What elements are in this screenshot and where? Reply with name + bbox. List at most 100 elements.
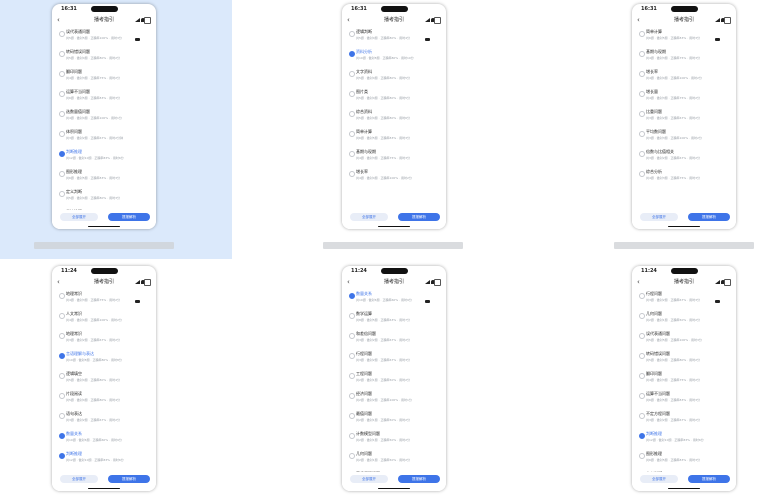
topic-list[interactable]: 逻辑判断 共5题 · 做对4题 · 正确率80% · 用时4分 资料分析 共10…	[342, 27, 446, 210]
share-icon[interactable]	[144, 17, 151, 24]
list-item[interactable]: 地理常识 共4题 · 做对3题 · 正确率75% · 用时2分	[52, 289, 156, 309]
radio-dot-icon[interactable]	[59, 313, 65, 319]
radio-dot-icon[interactable]	[59, 91, 65, 97]
radio-dot-icon[interactable]	[349, 51, 355, 57]
list-item[interactable]: 选数量值问题 共4题 · 做对4题 · 正确率100% · 用时1分	[52, 107, 156, 127]
radio-dot-icon[interactable]	[59, 171, 65, 177]
radio-dot-icon[interactable]	[349, 71, 355, 77]
radio-dot-icon[interactable]	[639, 333, 645, 339]
radio-dot-icon[interactable]	[59, 413, 65, 419]
list-item[interactable]: 语句表达 共3题 · 做对2题 · 正确率67% · 用时2分	[52, 409, 156, 429]
list-item[interactable]: 转码错误问题 共5题 · 做对4题 · 正确率80% · 用时2分	[632, 349, 736, 369]
radio-dot-icon[interactable]	[639, 433, 645, 439]
list-item[interactable]: 数量关系 共10题 · 做对6题 · 正确率60% · 用时9分	[342, 289, 446, 309]
radio-dot-icon[interactable]	[639, 171, 645, 177]
list-item[interactable]: 体积问题 共3题 · 做对2题 · 正确率67% · 用时2分钟	[52, 127, 156, 147]
list-item[interactable]: 言语理解与表达 共10题 · 做对8题 · 正确率80% · 用时8分	[52, 349, 156, 369]
expand-all-button[interactable]: 全部展开	[350, 475, 388, 483]
radio-dot-icon[interactable]	[349, 353, 355, 359]
list-item[interactable]: 增长率 共4题 · 做对4题 · 正确率100% · 用时2分	[342, 167, 446, 187]
radio-dot-icon[interactable]	[59, 131, 65, 137]
list-item[interactable]: 运算不当问题 共6题 · 做对5题 · 正确率83% · 用时3分	[632, 389, 736, 409]
radio-dot-icon[interactable]	[349, 433, 355, 439]
list-item[interactable]: 计数模型问题 共2题 · 做对1题 · 正确率50% · 用时2分	[342, 429, 446, 449]
list-item[interactable]: 人文常识 共4题 · 做对4题 · 正确率100% · 用时2分	[52, 309, 156, 329]
list-item[interactable]: 判断推理 共12题 · 做对10题 · 正确率83% · 用时6分	[52, 147, 156, 167]
list-item[interactable]: 简单计算 共6题 · 做对5题 · 正确率83% · 用时3分	[632, 27, 736, 47]
list-item[interactable]: 判断推理 共12题 · 做对10题 · 正确率83% · 用时6分	[52, 449, 156, 469]
radio-dot-icon[interactable]	[639, 373, 645, 379]
radio-dot-icon[interactable]	[349, 373, 355, 379]
radio-dot-icon[interactable]	[349, 333, 355, 339]
share-icon[interactable]	[724, 279, 731, 286]
topic-list[interactable]: 误代表通问题 共5题 · 做对5题 · 正确率100% · 用时3分 转码错误问…	[52, 27, 156, 210]
radio-dot-icon[interactable]	[639, 151, 645, 157]
radio-dot-icon[interactable]	[59, 191, 65, 197]
radio-dot-icon[interactable]	[639, 353, 645, 359]
expand-all-button[interactable]: 全部展开	[60, 475, 98, 483]
list-item[interactable]: 图片类 共5题 · 做对4题 · 正确率80% · 用时5分	[342, 87, 446, 107]
radio-dot-icon[interactable]	[639, 111, 645, 117]
list-item[interactable]: 翻印问题 共4题 · 做对3题 · 正确率75% · 用时2分	[632, 369, 736, 389]
radio-dot-icon[interactable]	[349, 413, 355, 419]
share-icon[interactable]	[724, 17, 731, 24]
share-icon[interactable]	[434, 279, 441, 286]
list-item[interactable]: 误代表通问题 共5题 · 做对5题 · 正确率100% · 用时3分	[52, 27, 156, 47]
list-item[interactable]: 误代表通问题 共5题 · 做对5题 · 正确率100% · 用时3分	[632, 329, 736, 349]
list-item[interactable]: 图形推理 共6题 · 做对5题 · 正确率83% · 用时3分	[52, 167, 156, 187]
submit-analysis-button[interactable]: 提报解析	[398, 213, 440, 221]
list-item[interactable]: 数学运算 共8题 · 做对5题 · 正确率63% · 用时7分	[342, 309, 446, 329]
radio-dot-icon[interactable]	[349, 131, 355, 137]
list-item[interactable]: 运算不当问题 共6题 · 做对5题 · 正确率83% · 用时3分	[52, 87, 156, 107]
expand-all-button[interactable]: 全部展开	[350, 213, 388, 221]
radio-dot-icon[interactable]	[639, 31, 645, 37]
expand-all-button[interactable]: 全部展开	[60, 213, 98, 221]
list-item[interactable]: 行程问题 共3题 · 做对2题 · 正确率67% · 用时3分	[632, 289, 736, 309]
radio-dot-icon[interactable]	[59, 51, 65, 57]
radio-dot-icon[interactable]	[59, 151, 65, 157]
expand-all-button[interactable]: 全部展开	[640, 475, 678, 483]
radio-dot-icon[interactable]	[59, 393, 65, 399]
radio-dot-icon[interactable]	[59, 293, 65, 299]
list-item[interactable]: 几何问题 共2题 · 做对1题 · 正确率50% · 用时2分	[632, 309, 736, 329]
list-item[interactable]: 文字资料 共5题 · 做对4题 · 正确率80% · 用时5分	[342, 67, 446, 87]
list-item[interactable]: 简单计算 共6题 · 做对5题 · 正确率83% · 用时3分	[342, 127, 446, 147]
radio-dot-icon[interactable]	[349, 453, 355, 459]
list-item[interactable]: 逻辑填空 共5题 · 做对4题 · 正确率80% · 用时4分	[52, 369, 156, 389]
list-item[interactable]: 综合分析 共4题 · 做对3题 · 正确率75% · 用时3分	[632, 167, 736, 187]
topic-list[interactable]: 数量关系 共10题 · 做对6题 · 正确率60% · 用时9分 数学运算 共8…	[342, 289, 446, 472]
radio-dot-icon[interactable]	[349, 151, 355, 157]
list-item[interactable]: 判断推理 共12题 · 做对10题 · 正确率83% · 用时6分	[632, 429, 736, 449]
list-item[interactable]: 最值问题 共2题 · 做对1题 · 正确率50% · 用时2分	[342, 409, 446, 429]
submit-analysis-button[interactable]: 提报解析	[108, 475, 150, 483]
list-item[interactable]: 定义判断 共5题 · 做对4题 · 正确率80% · 用时3分	[52, 187, 156, 207]
list-item[interactable]: 图形推理 共6题 · 做对5题 · 正确率83% · 用时3分	[632, 449, 736, 469]
radio-dot-icon[interactable]	[349, 293, 355, 299]
topic-list[interactable]: 简单计算 共6题 · 做对5题 · 正确率83% · 用时3分 基期与现期 共4…	[632, 27, 736, 210]
submit-analysis-button[interactable]: 提报解析	[108, 213, 150, 221]
list-item[interactable]: 几何问题 共2题 · 做对1题 · 正确率50% · 用时2分	[342, 449, 446, 469]
radio-dot-icon[interactable]	[639, 131, 645, 137]
radio-dot-icon[interactable]	[639, 71, 645, 77]
radio-dot-icon[interactable]	[639, 313, 645, 319]
list-item[interactable]: 综合资料 共5题 · 做对4题 · 正确率80% · 用时6分	[342, 107, 446, 127]
list-item[interactable]: 平均数问题 共3题 · 做对3题 · 正确率100% · 用时2分	[632, 127, 736, 147]
list-item[interactable]: 倍数与比值相关 共3题 · 做对2题 · 正确率67% · 用时2分	[632, 147, 736, 167]
topic-list[interactable]: 地理常识 共4题 · 做对3题 · 正确率75% · 用时2分 人文常识 共4题…	[52, 289, 156, 472]
radio-dot-icon[interactable]	[639, 413, 645, 419]
radio-dot-icon[interactable]	[639, 51, 645, 57]
share-icon[interactable]	[144, 279, 151, 286]
list-item[interactable]: 基期与现期 共4题 · 做对3题 · 正确率75% · 用时3分	[342, 147, 446, 167]
radio-dot-icon[interactable]	[639, 293, 645, 299]
submit-analysis-button[interactable]: 提报解析	[688, 213, 730, 221]
list-item[interactable]: 行程问题 共3题 · 做对2题 · 正确率67% · 用时3分	[342, 349, 446, 369]
list-item[interactable]: 片段阅读 共5题 · 做对4题 · 正确率80% · 用时4分	[52, 389, 156, 409]
list-item[interactable]: 不定方程问题 共3题 · 做对2题 · 正确率67% · 用时2分	[632, 409, 736, 429]
submit-analysis-button[interactable]: 提报解析	[688, 475, 730, 483]
list-item[interactable]: 转码错误问题 共5题 · 做对4题 · 正确率80% · 用时2分	[52, 47, 156, 67]
radio-dot-icon[interactable]	[349, 313, 355, 319]
list-item[interactable]: 增长率 共4题 · 做对4题 · 正确率100% · 用时2分	[632, 67, 736, 87]
radio-dot-icon[interactable]	[349, 393, 355, 399]
radio-dot-icon[interactable]	[59, 353, 65, 359]
radio-dot-icon[interactable]	[59, 453, 65, 459]
